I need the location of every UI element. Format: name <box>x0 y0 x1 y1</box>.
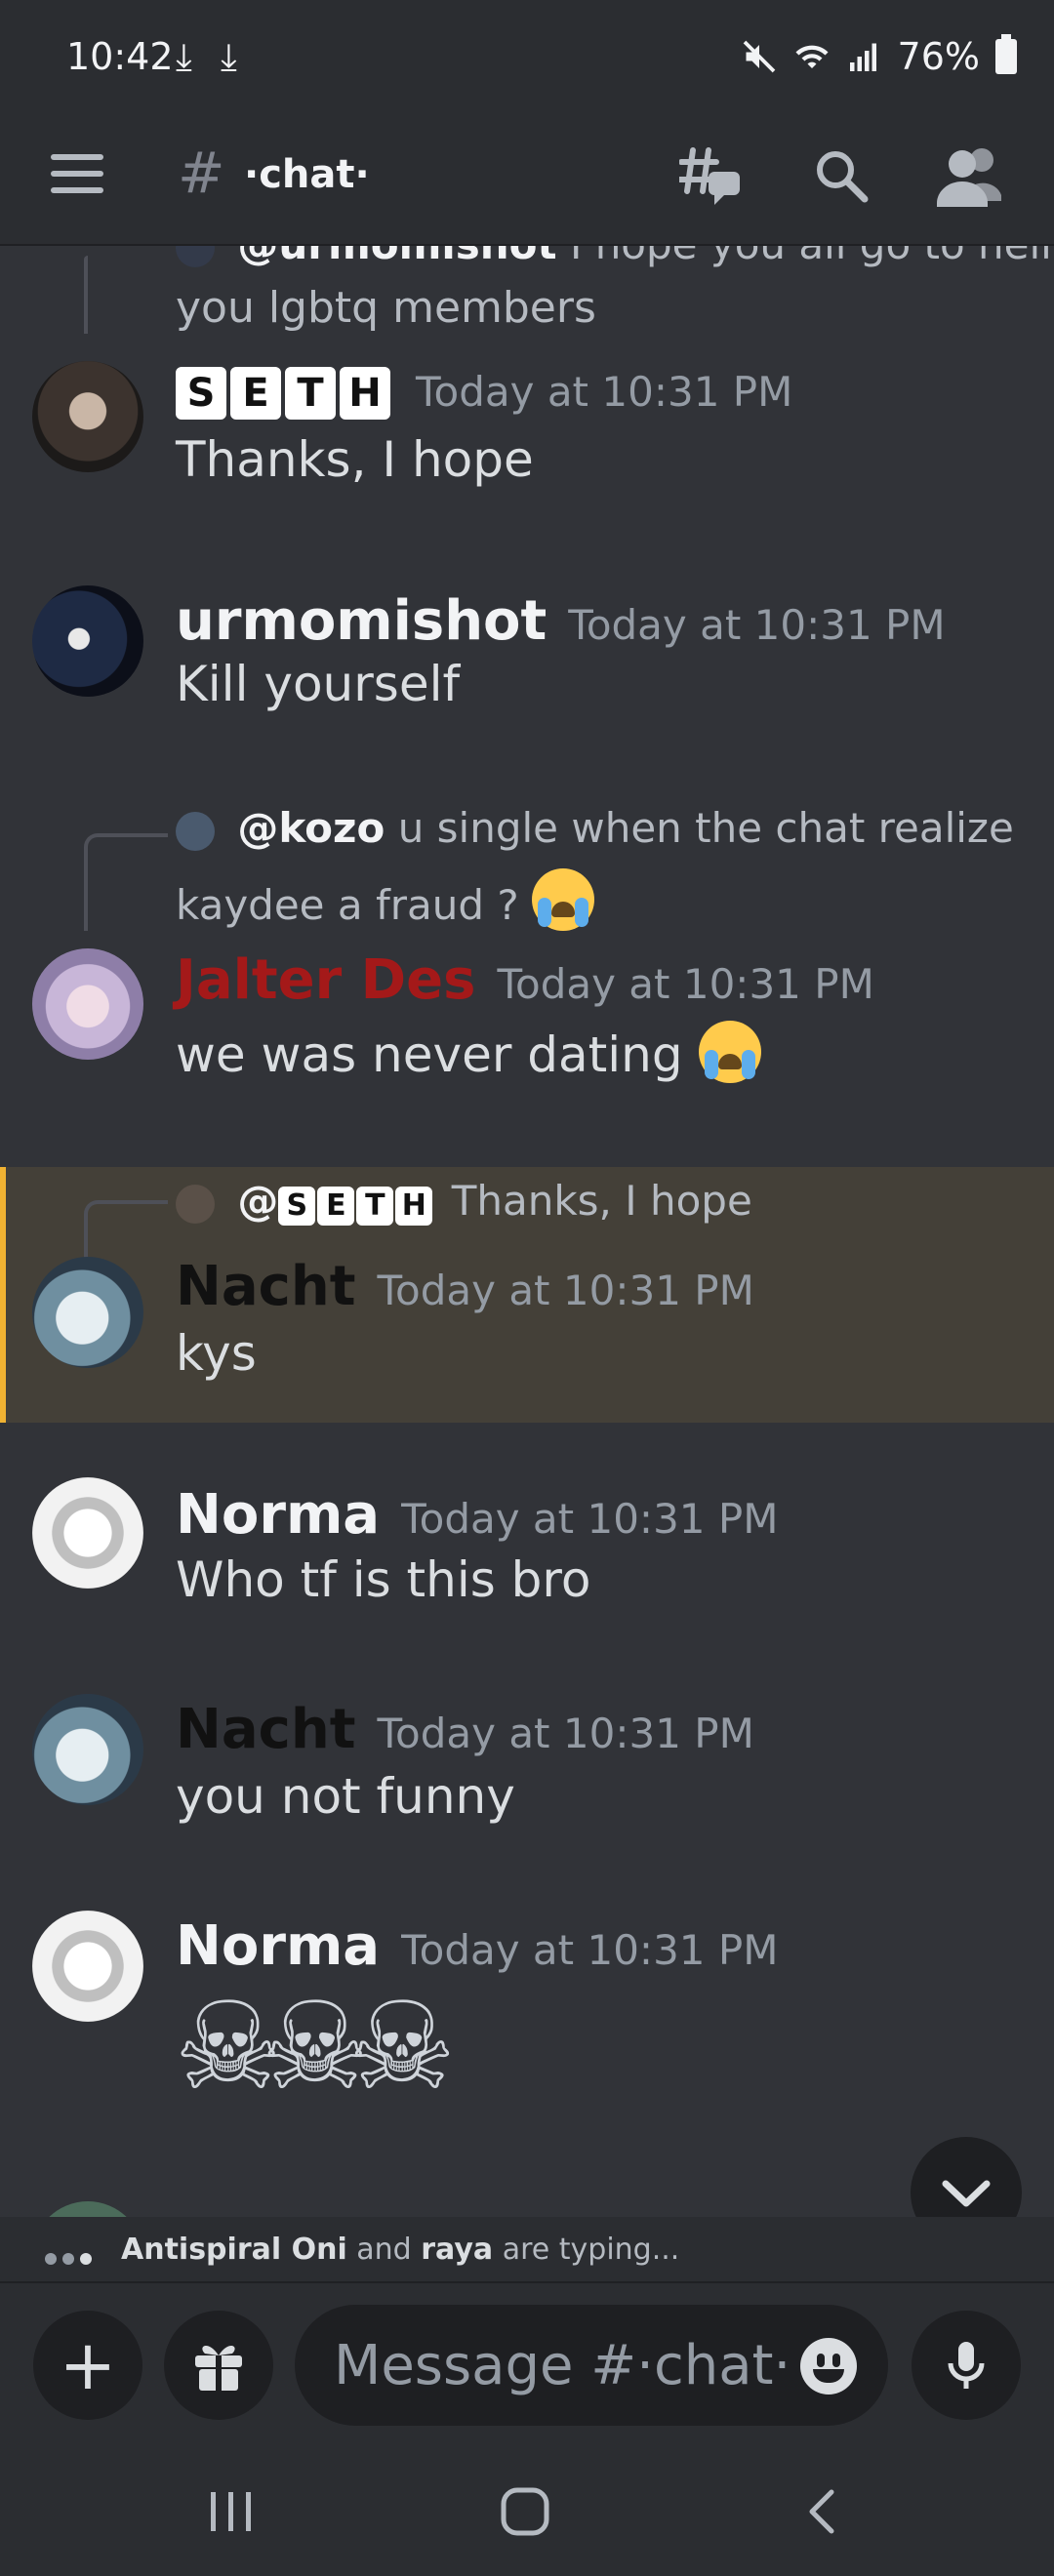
system-nav-bar <box>0 2447 1054 2576</box>
hamburger-icon[interactable] <box>51 154 103 203</box>
username[interactable]: Norma <box>176 1914 380 1978</box>
username[interactable]: urmomishot <box>176 589 547 653</box>
reply-preview[interactable]: @ S E T H Thanks, I hope <box>176 1177 752 1226</box>
username[interactable]: Nacht <box>176 1255 356 1318</box>
skull-emoji: ☠☠☠ <box>174 1977 456 2117</box>
username[interactable]: Nacht <box>176 1698 356 1761</box>
home-icon[interactable] <box>498 2484 552 2539</box>
channel-header: # ·chat· <box>0 115 1054 246</box>
avatar[interactable] <box>32 1694 143 1805</box>
username[interactable]: Jalter Des <box>176 948 475 1012</box>
status-indicators: 76% <box>742 34 1017 78</box>
members-icon[interactable] <box>935 144 1003 209</box>
message-text-row: we was never dating <box>176 1021 761 1083</box>
battery-percent: 76% <box>897 35 980 78</box>
username-letter: S <box>176 367 226 420</box>
reply-avatar <box>176 811 215 851</box>
status-bar: 10:42 ⤓ ⤓ 76% <box>0 0 1054 115</box>
signal-icon <box>849 43 876 71</box>
reply-text: Thanks, I hope <box>451 1177 752 1225</box>
typing-text: Antispiral Oni and raya are typing... <box>121 2233 680 2267</box>
microphone-icon <box>948 2342 985 2389</box>
status-time: 10:42 <box>66 35 174 78</box>
mute-icon <box>743 40 775 73</box>
message-header: Jalter Des Today at 10:31 PM <box>176 948 874 1012</box>
typing-user: Antispiral Oni <box>121 2233 347 2267</box>
reply-preview[interactable]: @urmomishot I hope you all go to hell <box>176 246 1052 268</box>
timestamp: Today at 10:31 PM <box>377 1267 754 1314</box>
username-letter: T <box>285 367 336 420</box>
reply-mention: @kozo <box>237 804 385 852</box>
reply-connector <box>84 256 88 334</box>
avatar[interactable] <box>32 1911 143 2022</box>
reply-connector <box>84 1200 168 1259</box>
reply-text: u single when the chat realize <box>397 804 1014 852</box>
reply-avatar <box>176 1184 215 1224</box>
message-text: you not funny <box>176 1768 515 1825</box>
username-letter: H <box>340 367 390 420</box>
recent-apps-icon[interactable] <box>205 2488 258 2535</box>
channel-hash-icon: # <box>178 140 225 206</box>
smiley-icon[interactable] <box>800 2338 857 2395</box>
timestamp: Today at 10:31 PM <box>401 1926 779 1974</box>
message-text: kys <box>176 1325 257 1382</box>
reply-mention: @ S E T H <box>237 1177 438 1226</box>
message-list[interactable]: @urmomishot I hope you all go to hell yo… <box>0 246 1054 2217</box>
search-icon[interactable] <box>812 146 871 205</box>
message-composer: + <box>0 2281 1054 2447</box>
username-letter: E <box>230 367 281 420</box>
message-input[interactable] <box>295 2305 888 2426</box>
wifi-icon <box>795 45 829 68</box>
reply-avatar <box>176 246 215 267</box>
reply-continuation-row: kaydee a fraud ? <box>176 868 595 931</box>
message-header: urmomishot Today at 10:31 PM <box>176 589 946 653</box>
download-icon: ⤓ <box>176 35 192 78</box>
timestamp: Today at 10:31 PM <box>377 1710 754 1757</box>
sob-emoji <box>532 868 595 931</box>
download-icon: ⤓ <box>221 35 237 78</box>
typing-indicator: Antispiral Oni and raya are typing... <box>0 2217 1054 2281</box>
reply-continuation: kaydee a fraud ? <box>176 881 519 929</box>
message-text: Thanks, I hope <box>176 431 534 488</box>
mic-button[interactable] <box>912 2311 1021 2420</box>
gift-icon <box>195 2345 242 2391</box>
message-header: Nacht Today at 10:31 PM <box>176 1698 754 1761</box>
timestamp: Today at 10:31 PM <box>568 601 946 649</box>
channel-title[interactable]: ·chat· <box>244 152 370 197</box>
avatar[interactable] <box>32 948 143 1060</box>
timestamp: Today at 10:31 PM <box>401 1495 779 1543</box>
avatar[interactable] <box>32 585 143 697</box>
reply-text: I hope you all go to hell <box>570 246 1052 268</box>
message-header: SETH Today at 10:31 PM <box>176 367 792 420</box>
message-header: Nacht Today at 10:31 PM <box>176 1255 754 1318</box>
threads-icon[interactable] <box>679 142 744 207</box>
avatar[interactable] <box>32 2201 143 2217</box>
timestamp: Today at 10:31 PM <box>416 368 793 416</box>
reply-mention: @urmomishot <box>237 246 556 268</box>
reply-continuation: you lgbtq members <box>176 283 596 333</box>
gift-button[interactable] <box>164 2311 273 2420</box>
message-header: Norma Today at 10:31 PM <box>176 1914 778 1978</box>
plus-icon: + <box>59 2325 117 2405</box>
back-icon[interactable] <box>800 2486 843 2537</box>
message-header: Norma Today at 10:31 PM <box>176 1483 778 1547</box>
avatar[interactable] <box>32 361 143 472</box>
reply-preview[interactable]: @kozo u single when the chat realize <box>176 804 1014 852</box>
message-text: we was never dating <box>176 1026 683 1083</box>
attach-button[interactable]: + <box>33 2311 142 2420</box>
sob-emoji <box>698 1021 761 1083</box>
message-text: Who tf is this bro <box>176 1551 591 1608</box>
username[interactable]: SETH <box>176 367 394 420</box>
avatar[interactable] <box>32 1257 143 1368</box>
typing-dots-icon <box>45 2238 98 2273</box>
reply-connector <box>84 833 168 931</box>
username[interactable]: Norma <box>176 1483 380 1547</box>
timestamp: Today at 10:31 PM <box>497 960 874 1008</box>
typing-user: raya <box>421 2233 494 2267</box>
message-text: Kill yourself <box>176 656 461 712</box>
avatar[interactable] <box>32 1477 143 1589</box>
battery-icon <box>995 34 1017 74</box>
